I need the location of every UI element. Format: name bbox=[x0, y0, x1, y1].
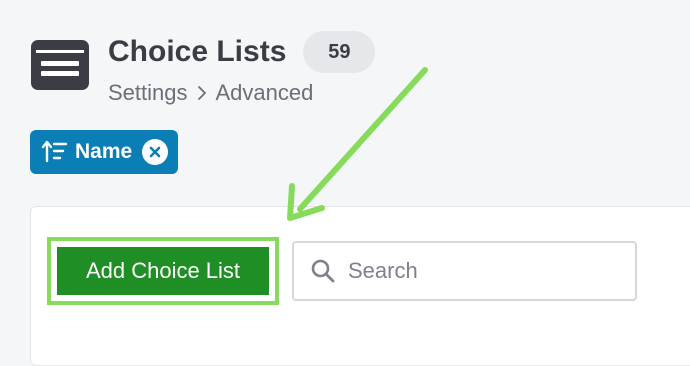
sort-ascending-icon bbox=[41, 140, 68, 163]
breadcrumb-item-advanced: Advanced bbox=[215, 80, 314, 105]
breadcrumb-item-settings[interactable]: Settings bbox=[108, 80, 188, 106]
search-input[interactable] bbox=[348, 258, 608, 284]
search-icon bbox=[311, 259, 335, 283]
highlight-outline: Add Choice List bbox=[47, 237, 279, 305]
breadcrumb: Settings Advanced bbox=[108, 78, 313, 108]
close-icon[interactable] bbox=[142, 139, 169, 165]
choice-list-icon bbox=[31, 40, 89, 90]
add-choice-list-button[interactable]: Add Choice List bbox=[57, 247, 269, 295]
search-box[interactable] bbox=[292, 241, 637, 301]
sort-filter-chip[interactable]: Name bbox=[30, 130, 179, 174]
count-badge: 59 bbox=[303, 31, 376, 73]
page-header: Choice Lists 59 bbox=[108, 30, 376, 74]
page-title: Choice Lists bbox=[108, 35, 287, 68]
chevron-right-icon bbox=[196, 84, 208, 102]
chip-label: Name bbox=[75, 140, 133, 163]
